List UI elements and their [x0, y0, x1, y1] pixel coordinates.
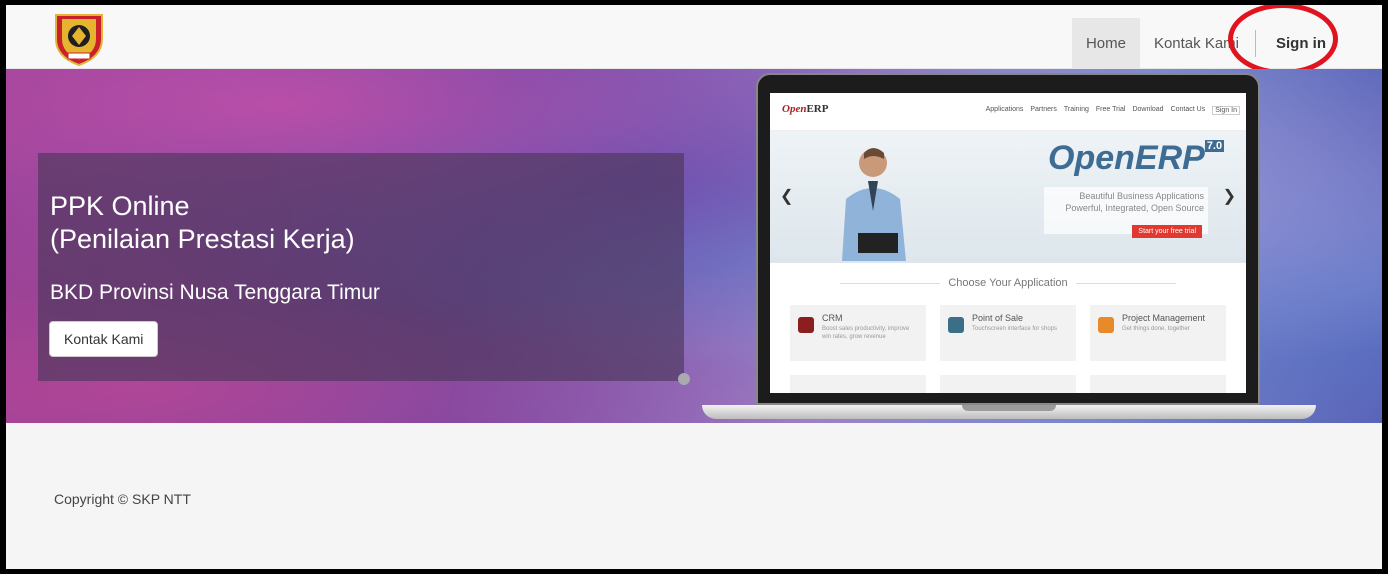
screen-nav-link: Training — [1063, 106, 1089, 113]
screen-app-card: CRM Boost sales productivity, improve wi… — [790, 305, 926, 361]
top-navbar: Home Kontak Kami Sign in — [6, 5, 1382, 69]
screen-app-card — [1090, 375, 1226, 393]
laptop-screen: OpenERP Applications Partners Training F… — [770, 93, 1246, 393]
screen-hero: ❮ OpenERP 7.0 Beautiful Business Applicat… — [770, 131, 1246, 263]
carousel-indicator[interactable] — [678, 373, 690, 385]
screen-nav-link: Sign In — [1212, 106, 1240, 115]
screen-section-title: Choose Your Application — [770, 277, 1246, 289]
hero-title: PPK Online (Penilaian Prestasi Kerja) — [50, 190, 355, 256]
chevron-left-icon: ❮ — [780, 188, 794, 205]
kontak-kami-button[interactable]: Kontak Kami — [49, 321, 159, 357]
screen-nav-links: Applications Partners Training Free Tria… — [986, 106, 1240, 115]
screen-logo: OpenERP — [782, 103, 829, 115]
screen-app-card: Project Management Get things done, toge… — [1090, 305, 1226, 361]
main-nav: Home Kontak Kami Sign in — [1071, 18, 1344, 69]
project-management-icon — [1098, 317, 1114, 333]
copyright-text: Copyright © SKP NTT — [54, 491, 191, 507]
screen-nav-link: Applications — [985, 106, 1024, 113]
hero-title-line2: (Penilaian Prestasi Kerja) — [50, 224, 355, 254]
screen-cta: Start your free trial — [1132, 225, 1202, 238]
hero-caption: PPK Online (Penilaian Prestasi Kerja) BK… — [38, 153, 684, 381]
screen-app-cards: CRM Boost sales productivity, improve wi… — [790, 305, 1226, 361]
nav-sign-in[interactable]: Sign in — [1258, 18, 1344, 69]
screen-app-cards-row2 — [790, 375, 1226, 393]
nav-home[interactable]: Home — [1071, 18, 1140, 69]
browser-frame: Home Kontak Kami Sign in PPK Online (Pen… — [0, 0, 1388, 574]
screen-navbar: OpenERP Applications Partners Training F… — [770, 93, 1246, 131]
screen-nav-link: Partners — [1030, 106, 1057, 113]
nav-divider — [1255, 30, 1256, 57]
hero-title-line1: PPK Online — [50, 191, 190, 221]
crm-icon — [798, 317, 814, 333]
screen-nav-link: Free Trial — [1095, 106, 1126, 113]
point-of-sale-icon — [948, 317, 964, 333]
hero-subtitle: BKD Provinsi Nusa Tenggara Timur — [50, 281, 380, 304]
screen-product-title: OpenERP 7.0 — [1048, 139, 1225, 177]
screen-app-card: Point of Sale Touchscreen interface for … — [940, 305, 1076, 361]
screen-nav-link: Contact Us — [1170, 106, 1206, 113]
laptop-bezel: OpenERP Applications Partners Training F… — [756, 73, 1260, 405]
laptop-notch — [962, 405, 1056, 411]
laptop-image: OpenERP Applications Partners Training F… — [702, 73, 1316, 423]
hero-carousel: PPK Online (Penilaian Prestasi Kerja) BK… — [6, 69, 1382, 423]
screen-nav-link: Download — [1132, 106, 1164, 113]
screen-app-card — [940, 375, 1076, 393]
person-image — [842, 148, 906, 261]
chevron-right-icon: ❯ — [1222, 188, 1236, 205]
screen-app-card — [790, 375, 926, 393]
nav-kontak-kami[interactable]: Kontak Kami — [1140, 18, 1253, 69]
provincial-crest-logo[interactable] — [50, 9, 108, 67]
footer: Copyright © SKP NTT — [6, 423, 1382, 569]
